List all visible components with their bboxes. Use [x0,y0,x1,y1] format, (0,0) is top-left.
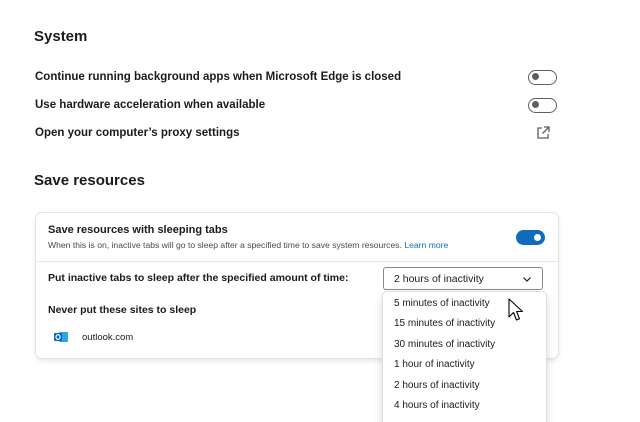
sleeping-tabs-title: Save resources with sleeping tabs [48,224,228,236]
never-sleep-title: Never put these sites to sleep [48,304,197,316]
proxy-settings-label: Open your computer’s proxy settings [35,127,240,139]
sleeping-tabs-toggle[interactable] [516,230,545,245]
chevron-down-icon [523,276,531,282]
settings-page: System Continue running background apps … [0,0,640,422]
dropdown-option-4-hours[interactable]: 4 hours of inactivity [394,400,480,411]
never-sleep-site-item: outlook.com [54,330,133,344]
dropdown-option-5-minutes[interactable]: 5 minutes of inactivity [394,298,490,309]
hardware-acceleration-label: Use hardware acceleration when available [35,99,266,111]
background-apps-label: Continue running background apps when Mi… [35,71,402,83]
external-link-icon[interactable] [535,125,551,141]
sleep-after-label: Put inactive tabs to sleep after the spe… [48,272,349,284]
dropdown-option-2-hours[interactable]: 2 hours of inactivity [394,380,480,391]
toggle-knob [532,73,539,80]
dropdown-option-30-minutes[interactable]: 30 minutes of inactivity [394,339,495,350]
background-apps-toggle[interactable] [528,69,557,85]
dropdown-option-15-minutes[interactable]: 15 minutes of inactivity [394,318,495,329]
proxy-settings-link[interactable]: Open your computer’s proxy settings [35,122,557,144]
system-section-title: System [34,28,88,45]
site-name: outlook.com [82,331,134,343]
toggle-knob [532,101,539,108]
sleep-after-selected-value: 2 hours of inactivity [394,272,484,285]
sleeping-tabs-description-text: When this is on, inactive tabs will go t… [48,240,402,250]
hardware-acceleration-toggle[interactable] [528,97,557,113]
toggle-knob [534,233,541,241]
learn-more-link[interactable]: Learn more [404,240,448,250]
sleeping-tabs-setting: Save resources with sleeping tabs When t… [36,213,558,262]
dropdown-option-1-hour[interactable]: 1 hour of inactivity [394,359,475,370]
outlook-icon [54,332,68,342]
mouse-cursor-icon [508,298,524,321]
background-apps-setting: Continue running background apps when Mi… [35,66,557,88]
sleep-after-select[interactable]: 2 hours of inactivity [383,267,543,290]
save-resources-section-title: Save resources [34,172,145,189]
hardware-acceleration-setting: Use hardware acceleration when available [35,94,557,116]
sleeping-tabs-description: When this is on, inactive tabs will go t… [48,240,448,250]
